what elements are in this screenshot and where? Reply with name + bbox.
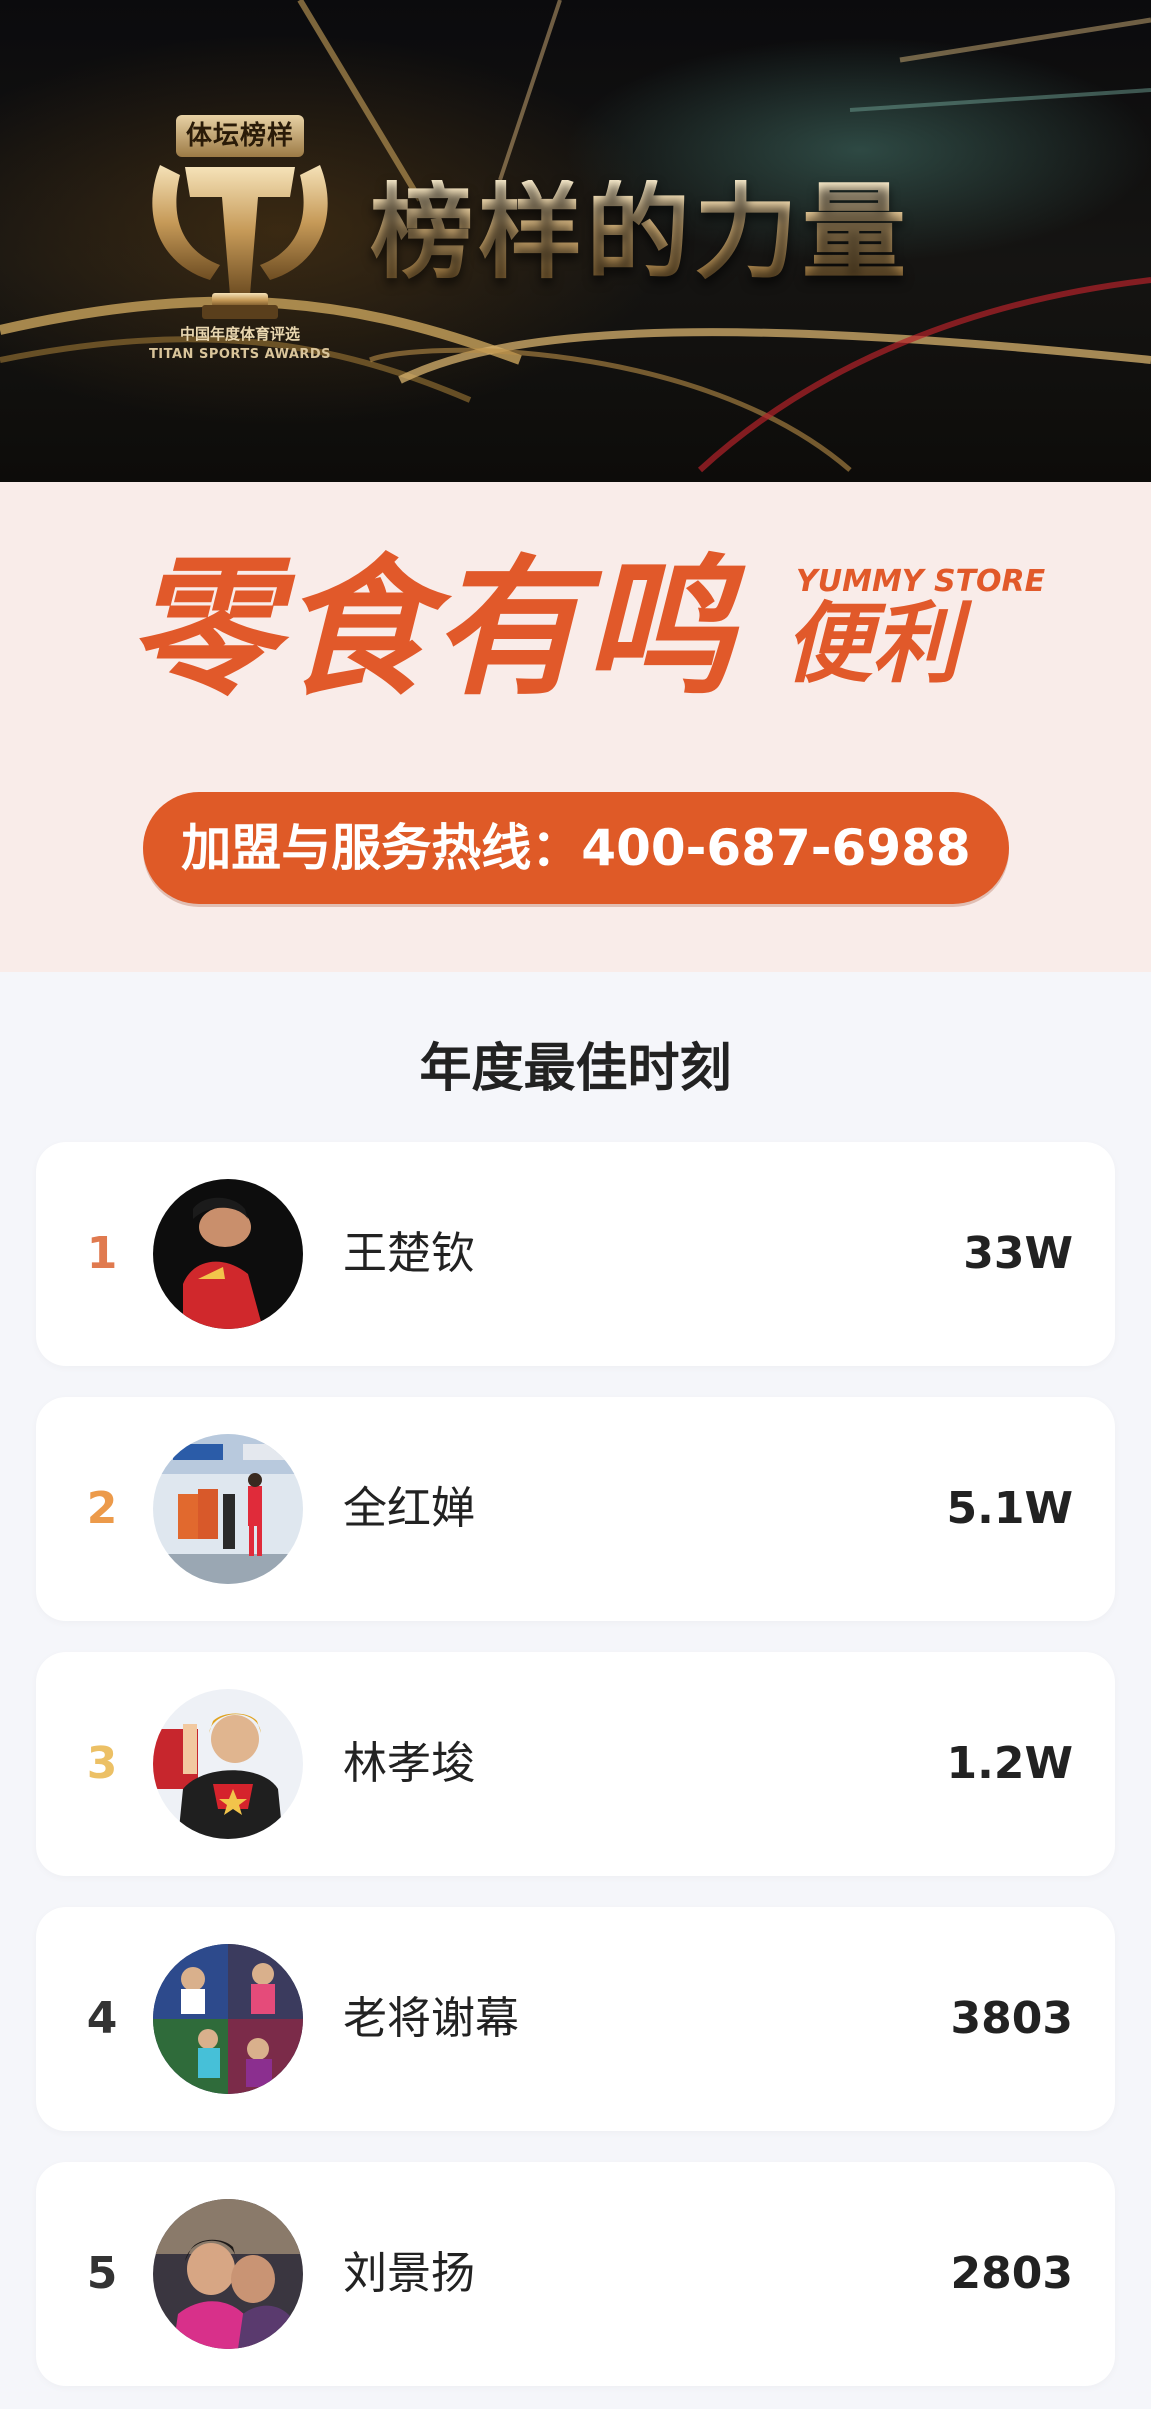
rank-number: 3 xyxy=(86,1738,118,1789)
award-cn-label: 中国年度体育评选 xyxy=(179,325,300,343)
avatar[interactable] xyxy=(153,1944,303,2094)
vote-count: 5.1W xyxy=(946,1483,1073,1534)
trophy-logo: 体坛榜样 中国年度体育评选 TITAN SPORTS AWARDS xyxy=(140,105,340,375)
vote-count: 3803 xyxy=(950,1993,1073,2044)
ranking-item[interactable]: 3 林孝埈 1.2W xyxy=(36,1652,1115,1876)
ranking-item[interactable]: 5 刘景扬 2803 xyxy=(36,2162,1115,2386)
ranking-item[interactable]: 2 全红婵 5.1W xyxy=(36,1397,1115,1621)
ad-banner[interactable]: 零食有鸣 YUMMY STORE 便利 加盟与服务热线：400-687-6988 xyxy=(0,482,1151,972)
athlete-name: 老将谢幕 xyxy=(343,1993,519,2044)
ranking-section: 年度最佳时刻 1 王楚钦 33W 2 全红婵 5.1W 3 林孝埈 1.2W 4… xyxy=(0,972,1151,2409)
athlete-name: 林孝埈 xyxy=(343,1738,475,1789)
ranking-item[interactable]: 1 王楚钦 33W xyxy=(36,1142,1115,1366)
avatar[interactable] xyxy=(153,1179,303,1329)
ranking-item[interactable]: 4 老将谢幕 3803 xyxy=(36,1907,1115,2131)
hero-title: 榜样的力量 xyxy=(370,171,911,293)
ad-brand-sub: 便利 xyxy=(784,592,961,695)
hero-banner[interactable]: 体坛榜样 中国年度体育评选 TITAN SPORTS AWARDS 榜样的力量 xyxy=(0,0,1151,482)
avatar[interactable] xyxy=(153,1434,303,1584)
athlete-name: 刘景扬 xyxy=(343,2248,475,2299)
avatar[interactable] xyxy=(153,2199,303,2349)
award-en-label: TITAN SPORTS AWARDS xyxy=(148,347,332,362)
vote-count: 1.2W xyxy=(946,1738,1073,1789)
rank-number: 5 xyxy=(86,2248,118,2299)
rank-number: 2 xyxy=(86,1483,118,1534)
rank-number: 1 xyxy=(86,1228,118,1279)
avatar[interactable] xyxy=(153,1689,303,1839)
section-title: 年度最佳时刻 xyxy=(419,1039,732,1099)
ad-brand-name: 零食有鸣 xyxy=(128,542,737,716)
trophy-badge-label: 体坛榜样 xyxy=(176,115,304,157)
athlete-name: 全红婵 xyxy=(343,1483,475,1534)
vote-count: 33W xyxy=(963,1228,1073,1279)
vote-count: 2803 xyxy=(950,2248,1073,2299)
ad-hotline-pill[interactable]: 加盟与服务热线：400-687-6988 xyxy=(143,792,1009,904)
athlete-name: 王楚钦 xyxy=(343,1228,475,1279)
rank-number: 4 xyxy=(86,1993,118,2044)
